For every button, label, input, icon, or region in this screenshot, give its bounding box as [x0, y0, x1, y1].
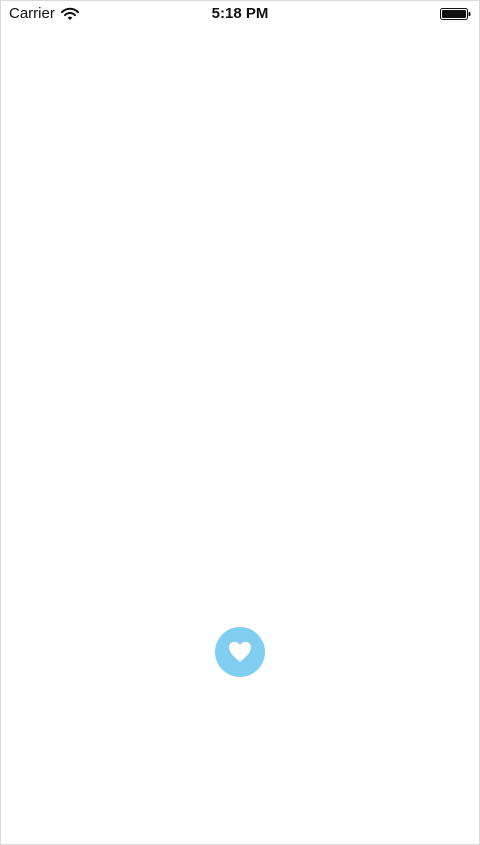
app-screen	[0, 0, 480, 845]
status-time: 5:18 PM	[211, 5, 269, 22]
like-button[interactable]	[215, 627, 265, 677]
battery-icon	[440, 8, 471, 20]
heart-icon	[229, 641, 251, 662]
status-bar: Carrier 5:18 PM	[0, 0, 480, 28]
